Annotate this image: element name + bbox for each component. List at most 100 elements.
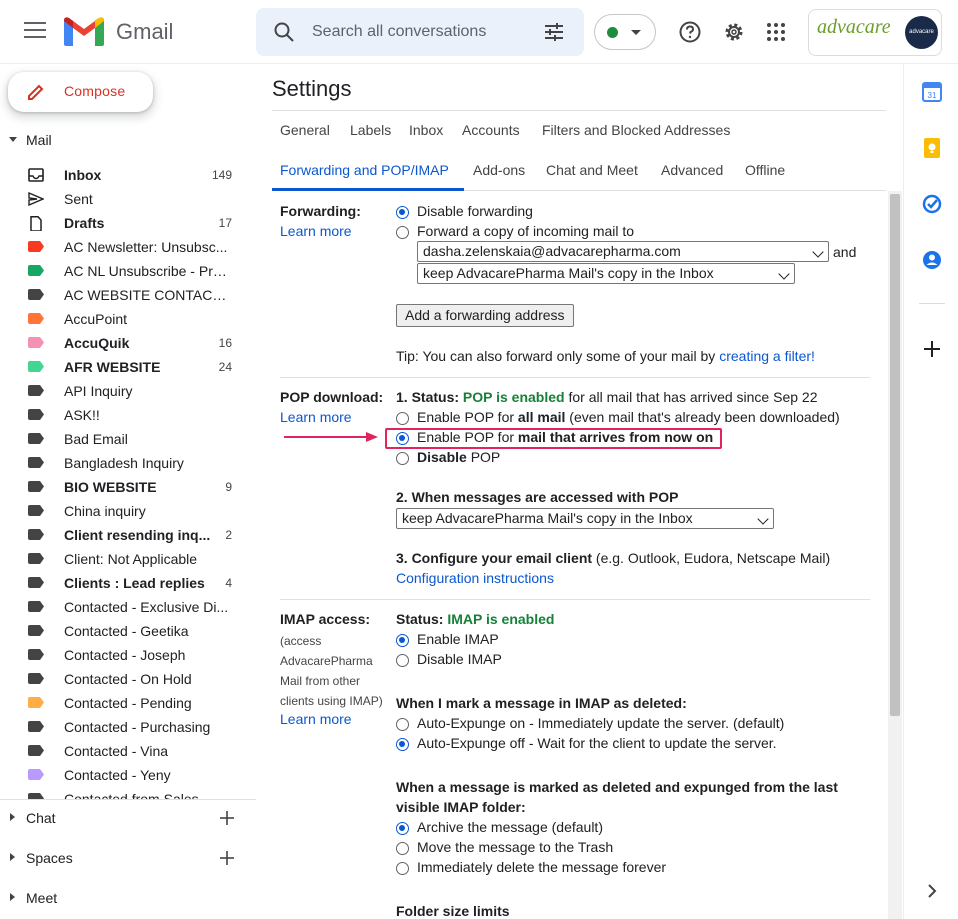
add-forwarding-address-button[interactable]: Add a forwarding address: [396, 304, 574, 327]
status-selector[interactable]: [594, 14, 656, 50]
sidebar-item[interactable]: Contacted from Sales: [0, 787, 256, 799]
sidebar-item[interactable]: Contacted - Geetika: [0, 619, 256, 643]
keep-icon[interactable]: [921, 137, 943, 159]
sidebar-item[interactable]: AFR WEBSITE 24: [0, 355, 256, 379]
sidebar-item-label: AccuQuik: [64, 335, 130, 351]
sidebar-item[interactable]: AC WEBSITE CONTACT ...: [0, 283, 256, 307]
main-menu-icon[interactable]: [24, 22, 46, 40]
mail-section-label: Mail: [26, 132, 52, 148]
search-input[interactable]: [312, 20, 532, 44]
scrollbar-thumb[interactable]: [890, 194, 900, 716]
sidebar-item[interactable]: China inquiry: [0, 499, 256, 523]
expunge-off-radio[interactable]: [396, 738, 409, 751]
unread-count: 9: [225, 480, 232, 494]
search-options-icon[interactable]: [542, 20, 566, 44]
forwarding-learn-more-link[interactable]: Learn more: [280, 223, 352, 239]
chat-section[interactable]: Chat: [0, 799, 256, 839]
spaces-section[interactable]: Spaces: [0, 839, 256, 879]
expand-icon[interactable]: [10, 853, 15, 861]
avatar[interactable]: advacare: [905, 16, 938, 49]
pop-label: POP download:: [280, 389, 384, 405]
calendar-icon[interactable]: 31: [921, 81, 943, 103]
label-icon: [28, 769, 44, 780]
forward-copy-radio[interactable]: [396, 226, 409, 239]
settings-content[interactable]: Forwarding: Learn more Disable forwardin…: [272, 191, 892, 919]
sidebar-item[interactable]: Client: Not Applicable: [0, 547, 256, 571]
account-switcher[interactable]: advacare advacare: [808, 9, 942, 56]
sidebar-item[interactable]: Sent: [0, 187, 256, 211]
sidebar-item[interactable]: Contacted - Pending: [0, 691, 256, 715]
label-icon: [28, 673, 44, 684]
sidebar-item[interactable]: API Inquiry: [0, 379, 256, 403]
section-divider: [280, 377, 870, 378]
chevron-right-icon[interactable]: [921, 880, 943, 902]
sidebar-item[interactable]: AccuQuik 16: [0, 331, 256, 355]
imap-enable-radio[interactable]: [396, 634, 409, 647]
pop-access-select[interactable]: keep AdvacarePharma Mail's copy in the I…: [396, 508, 774, 529]
add-chat-icon[interactable]: [218, 809, 236, 827]
collapse-icon[interactable]: [9, 137, 17, 142]
sidebar-item[interactable]: Bangladesh Inquiry: [0, 451, 256, 475]
settings-tab[interactable]: Labels: [350, 122, 391, 138]
add-space-icon[interactable]: [218, 849, 236, 867]
mail-section-header[interactable]: Mail: [0, 130, 256, 150]
sidebar-item[interactable]: Contacted - Yeny: [0, 763, 256, 787]
sidebar-item[interactable]: Drafts 17: [0, 211, 256, 235]
meet-section[interactable]: Meet: [0, 879, 256, 919]
gmail-logo-icon[interactable]: [64, 16, 104, 46]
help-icon[interactable]: [678, 20, 702, 44]
settings-tab[interactable]: Accounts: [462, 122, 520, 138]
gear-icon[interactable]: [722, 20, 746, 44]
sidebar-item[interactable]: Clients : Lead replies 4: [0, 571, 256, 595]
sidebar-item[interactable]: Inbox 149: [0, 163, 256, 187]
sidebar-item[interactable]: Contacted - Exclusive Di...: [0, 595, 256, 619]
settings-tab[interactable]: Inbox: [409, 122, 443, 138]
settings-tab[interactable]: Offline: [745, 162, 785, 178]
archive-radio[interactable]: [396, 822, 409, 835]
sidebar-item[interactable]: Contacted - Vina: [0, 739, 256, 763]
expunge-on-radio[interactable]: [396, 718, 409, 731]
compose-button[interactable]: Compose: [8, 72, 153, 112]
imap-disable-radio[interactable]: [396, 654, 409, 667]
tasks-icon[interactable]: [921, 193, 943, 215]
label-icon: [28, 697, 44, 708]
unread-count: 149: [211, 168, 232, 182]
sidebar-item[interactable]: Bad Email: [0, 427, 256, 451]
settings-tab[interactable]: Forwarding and POP/IMAP: [280, 162, 449, 178]
sidebar-item[interactable]: AC Newsletter: Unsubsc...: [0, 235, 256, 259]
sidebar-item[interactable]: Contacted - Joseph: [0, 643, 256, 667]
sidebar-item[interactable]: ASK!!: [0, 403, 256, 427]
search-icon[interactable]: [272, 20, 296, 44]
sidebar-item[interactable]: Contacted - On Hold: [0, 667, 256, 691]
forward-copy-action-select[interactable]: keep AdvacarePharma Mail's copy in the I…: [417, 263, 795, 284]
sidebar-item-label: Contacted - Joseph: [64, 647, 186, 663]
configuration-instructions-link[interactable]: Configuration instructions: [396, 570, 554, 586]
search-bar[interactable]: [256, 8, 584, 56]
pop-disable-radio[interactable]: [396, 452, 409, 465]
sidebar-item[interactable]: AccuPoint: [0, 307, 256, 331]
expand-icon[interactable]: [10, 813, 15, 821]
settings-tab[interactable]: Chat and Meet: [546, 162, 638, 178]
disable-forwarding-radio[interactable]: [396, 206, 409, 219]
create-filter-link[interactable]: creating a filter!: [719, 348, 815, 364]
sidebar-item[interactable]: BIO WEBSITE 9: [0, 475, 256, 499]
settings-tab[interactable]: Advanced: [661, 162, 723, 178]
sidebar-item[interactable]: AC NL Unsubscribe - Pro...: [0, 259, 256, 283]
label-icon: [28, 505, 44, 516]
contacts-icon[interactable]: [921, 249, 943, 271]
svg-text:31: 31: [928, 91, 937, 100]
apps-grid-icon[interactable]: [764, 20, 788, 44]
pop-all-mail-radio[interactable]: [396, 412, 409, 425]
trash-radio[interactable]: [396, 842, 409, 855]
settings-tab[interactable]: Filters and Blocked Addresses: [542, 122, 730, 138]
settings-tab[interactable]: Add-ons: [473, 162, 525, 178]
sidebar-item[interactable]: Contacted - Purchasing: [0, 715, 256, 739]
sidebar-item[interactable]: Client resending inq... 2: [0, 523, 256, 547]
settings-tab[interactable]: General: [280, 122, 330, 138]
forward-email-select[interactable]: dasha.zelenskaia@advacarepharma.com: [417, 241, 829, 262]
expand-icon[interactable]: [10, 893, 15, 901]
imap-learn-more-link[interactable]: Learn more: [280, 711, 352, 727]
plus-icon[interactable]: [921, 338, 943, 360]
delete-forever-radio[interactable]: [396, 862, 409, 875]
pop-learn-more-link[interactable]: Learn more: [280, 409, 352, 425]
